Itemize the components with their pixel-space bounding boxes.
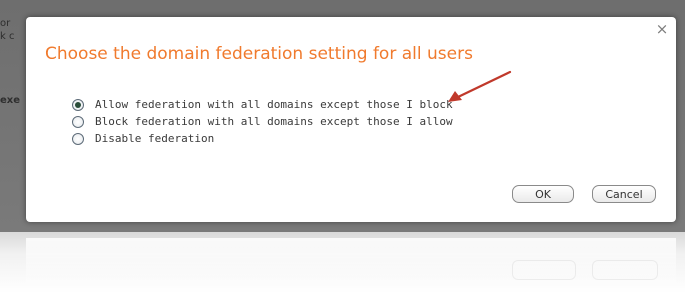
close-icon[interactable]: × <box>654 21 670 37</box>
federation-options-group: Allow federation with all domains except… <box>72 96 453 147</box>
option-disable-federation[interactable]: Disable federation <box>72 130 453 147</box>
radio-button[interactable] <box>72 132 84 145</box>
background-text-fragment: k c <box>0 31 15 42</box>
option-allow-federation[interactable]: Allow federation with all domains except… <box>72 96 453 113</box>
ok-button[interactable]: OK <box>512 185 574 203</box>
screenshot-stage: or k c exe × Choose the domain federatio… <box>0 0 685 293</box>
reflection-ghost <box>26 238 676 293</box>
federation-settings-dialog: × Choose the domain federation setting f… <box>26 17 676 222</box>
radio-button-selected[interactable] <box>72 98 84 111</box>
background-text-fragment: or <box>0 18 11 29</box>
reflection-ghost-button <box>592 260 658 280</box>
cancel-button[interactable]: Cancel <box>592 185 656 203</box>
dialog-reflection <box>0 232 685 293</box>
radio-button[interactable] <box>72 115 84 128</box>
dialog-title: Choose the domain federation setting for… <box>45 44 473 64</box>
reflection-ghost-button <box>512 260 576 280</box>
option-block-federation[interactable]: Block federation with all domains except… <box>72 113 453 130</box>
option-label: Disable federation <box>95 132 215 145</box>
option-label: Allow federation with all domains except… <box>95 98 453 111</box>
annotation-arrow-icon <box>448 70 512 102</box>
option-label: Block federation with all domains except… <box>95 115 453 128</box>
background-text-fragment: exe <box>0 95 21 106</box>
